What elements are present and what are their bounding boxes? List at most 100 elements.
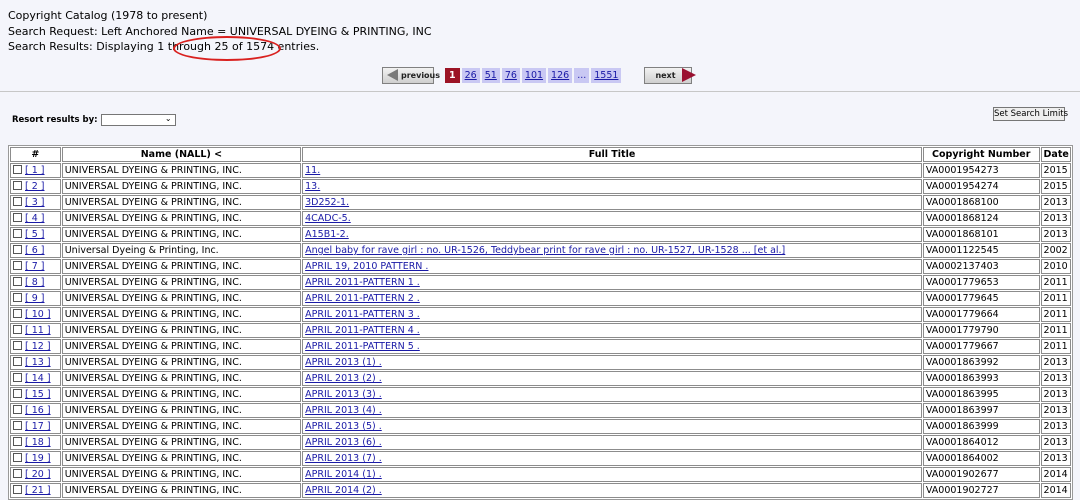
name-cell: UNIVERSAL DYEING & PRINTING, INC. — [61, 371, 302, 386]
row-number-link[interactable]: [ 1 ] — [25, 165, 45, 176]
copyright-number-cell: VA0001863995 — [922, 387, 1040, 402]
title-link[interactable]: APRIL 19, 2010 PATTERN . — [305, 261, 428, 272]
title-link[interactable]: APRIL 2013 (7) . — [305, 453, 382, 464]
row-number-link[interactable]: [ 10 ] — [25, 309, 51, 320]
row-number-link[interactable]: [ 11 ] — [25, 325, 51, 336]
row-number-link[interactable]: [ 2 ] — [25, 181, 45, 192]
title-link[interactable]: APRIL 2014 (2) . — [305, 485, 382, 496]
row-checkbox[interactable] — [13, 373, 22, 382]
name-cell: UNIVERSAL DYEING & PRINTING, INC. — [61, 355, 302, 370]
title-link[interactable]: A15B1-2. — [305, 229, 349, 240]
header-name[interactable]: Name (NALL) < — [61, 147, 302, 162]
page-link[interactable]: 101 — [521, 67, 547, 83]
copyright-number-cell: VA0001954273 — [922, 163, 1040, 178]
row-checkbox[interactable] — [13, 389, 22, 398]
row-number-link[interactable]: [ 4 ] — [25, 213, 45, 224]
row-number-link[interactable]: [ 13 ] — [25, 357, 51, 368]
search-summary: Copyright Catalog (1978 to present) Sear… — [8, 8, 432, 55]
title-link[interactable]: 4CADC-5. — [305, 213, 351, 224]
title-link[interactable]: APRIL 2014 (1) . — [305, 469, 382, 480]
row-checkbox[interactable] — [13, 293, 22, 302]
title-link[interactable]: APRIL 2011-PATTERN 1 . — [305, 277, 420, 288]
row-checkbox[interactable] — [13, 165, 22, 174]
row-number-link[interactable]: [ 8 ] — [25, 277, 45, 288]
row-number-cell: [ 18 ] — [10, 435, 61, 450]
row-number-link[interactable]: [ 7 ] — [25, 261, 45, 272]
row-number-link[interactable]: [ 18 ] — [25, 437, 51, 448]
title-link[interactable]: APRIL 2011-PATTERN 3 . — [305, 309, 420, 320]
title-link[interactable]: 13. — [305, 181, 320, 192]
row-number-link[interactable]: [ 12 ] — [25, 341, 51, 352]
next-button[interactable]: next — [644, 66, 696, 84]
name-cell: UNIVERSAL DYEING & PRINTING, INC. — [61, 419, 302, 434]
title-link[interactable]: 3D252-1. — [305, 197, 349, 208]
row-checkbox[interactable] — [13, 245, 22, 254]
copyright-number-cell: VA0001902727 — [922, 483, 1040, 498]
row-number-link[interactable]: [ 5 ] — [25, 229, 45, 240]
row-checkbox[interactable] — [13, 341, 22, 350]
copyright-number-cell: VA0001864012 — [922, 435, 1040, 450]
copyright-number-cell: VA0001902677 — [922, 467, 1040, 482]
resort-select[interactable]: ⌄ — [100, 114, 176, 126]
title-link[interactable]: APRIL 2011-PATTERN 5 . — [305, 341, 420, 352]
table-row: [ 17 ] UNIVERSAL DYEING & PRINTING, INC. A… — [10, 419, 1071, 434]
row-number-link[interactable]: [ 14 ] — [25, 373, 51, 384]
row-checkbox[interactable] — [13, 469, 22, 478]
row-checkbox[interactable] — [13, 421, 22, 430]
title-cell: APRIL 2011-PATTERN 2 . — [302, 291, 922, 306]
row-checkbox[interactable] — [13, 485, 22, 494]
set-search-limits-button[interactable]: Set Search Limits — [993, 107, 1068, 121]
row-checkbox[interactable] — [13, 181, 22, 190]
page-link[interactable]: 1551 — [591, 67, 622, 83]
row-number-link[interactable]: [ 6 ] — [25, 245, 45, 256]
resort-label: Resort results by: — [12, 115, 98, 125]
row-number-link[interactable]: [ 3 ] — [25, 197, 45, 208]
row-number-cell: [ 7 ] — [10, 259, 61, 274]
title-cell: 3D252-1. — [302, 195, 922, 210]
row-number-link[interactable]: [ 17 ] — [25, 421, 51, 432]
name-cell: UNIVERSAL DYEING & PRINTING, INC. — [61, 227, 302, 242]
title-link[interactable]: APRIL 2011-PATTERN 2 . — [305, 293, 420, 304]
title-link[interactable]: 11. — [305, 165, 320, 176]
row-checkbox[interactable] — [13, 309, 22, 318]
title-link[interactable]: APRIL 2013 (3) . — [305, 389, 382, 400]
title-link[interactable]: APRIL 2013 (5) . — [305, 421, 382, 432]
page-link[interactable]: 76 — [501, 67, 520, 83]
row-number-link[interactable]: [ 16 ] — [25, 405, 51, 416]
row-number-cell: [ 14 ] — [10, 371, 61, 386]
page-link[interactable]: 26 — [461, 67, 480, 83]
table-row: [ 13 ] UNIVERSAL DYEING & PRINTING, INC. A… — [10, 355, 1071, 370]
row-number-link[interactable]: [ 9 ] — [25, 293, 45, 304]
page-link[interactable]: 126 — [548, 67, 573, 83]
page-link[interactable]: 51 — [481, 67, 500, 83]
date-cell: 2011 — [1040, 323, 1071, 338]
row-number-link[interactable]: [ 15 ] — [25, 389, 51, 400]
title-link[interactable]: APRIL 2013 (6) . — [305, 437, 382, 448]
row-checkbox[interactable] — [13, 453, 22, 462]
name-cell: UNIVERSAL DYEING & PRINTING, INC. — [61, 275, 302, 290]
row-number-link[interactable]: [ 19 ] — [25, 453, 51, 464]
row-number-link[interactable]: [ 20 ] — [25, 469, 51, 480]
row-checkbox[interactable] — [13, 261, 22, 270]
title-link[interactable]: APRIL 2013 (2) . — [305, 373, 382, 384]
row-checkbox[interactable] — [13, 405, 22, 414]
row-checkbox[interactable] — [13, 277, 22, 286]
title-link[interactable]: APRIL 2011-PATTERN 4 . — [305, 325, 420, 336]
name-cell: UNIVERSAL DYEING & PRINTING, INC. — [61, 291, 302, 306]
pagination: previous 1 26 51 76 101 126... 1551 next — [382, 66, 696, 84]
row-number-link[interactable]: [ 21 ] — [25, 485, 51, 496]
row-checkbox[interactable] — [13, 229, 22, 238]
row-checkbox[interactable] — [13, 357, 22, 366]
row-number-cell: [ 17 ] — [10, 419, 61, 434]
row-checkbox[interactable] — [13, 437, 22, 446]
row-checkbox[interactable] — [13, 213, 22, 222]
title-link[interactable]: APRIL 2013 (4) . — [305, 405, 382, 416]
name-cell: UNIVERSAL DYEING & PRINTING, INC. — [61, 483, 302, 498]
previous-button[interactable]: previous — [382, 66, 440, 84]
row-checkbox[interactable] — [13, 197, 22, 206]
title-link[interactable]: Angel baby for rave girl : no. UR-1526, … — [305, 245, 785, 256]
name-cell: UNIVERSAL DYEING & PRINTING, INC. — [61, 179, 302, 194]
date-cell: 2015 — [1040, 179, 1071, 194]
row-checkbox[interactable] — [13, 325, 22, 334]
title-link[interactable]: APRIL 2013 (1) . — [305, 357, 382, 368]
